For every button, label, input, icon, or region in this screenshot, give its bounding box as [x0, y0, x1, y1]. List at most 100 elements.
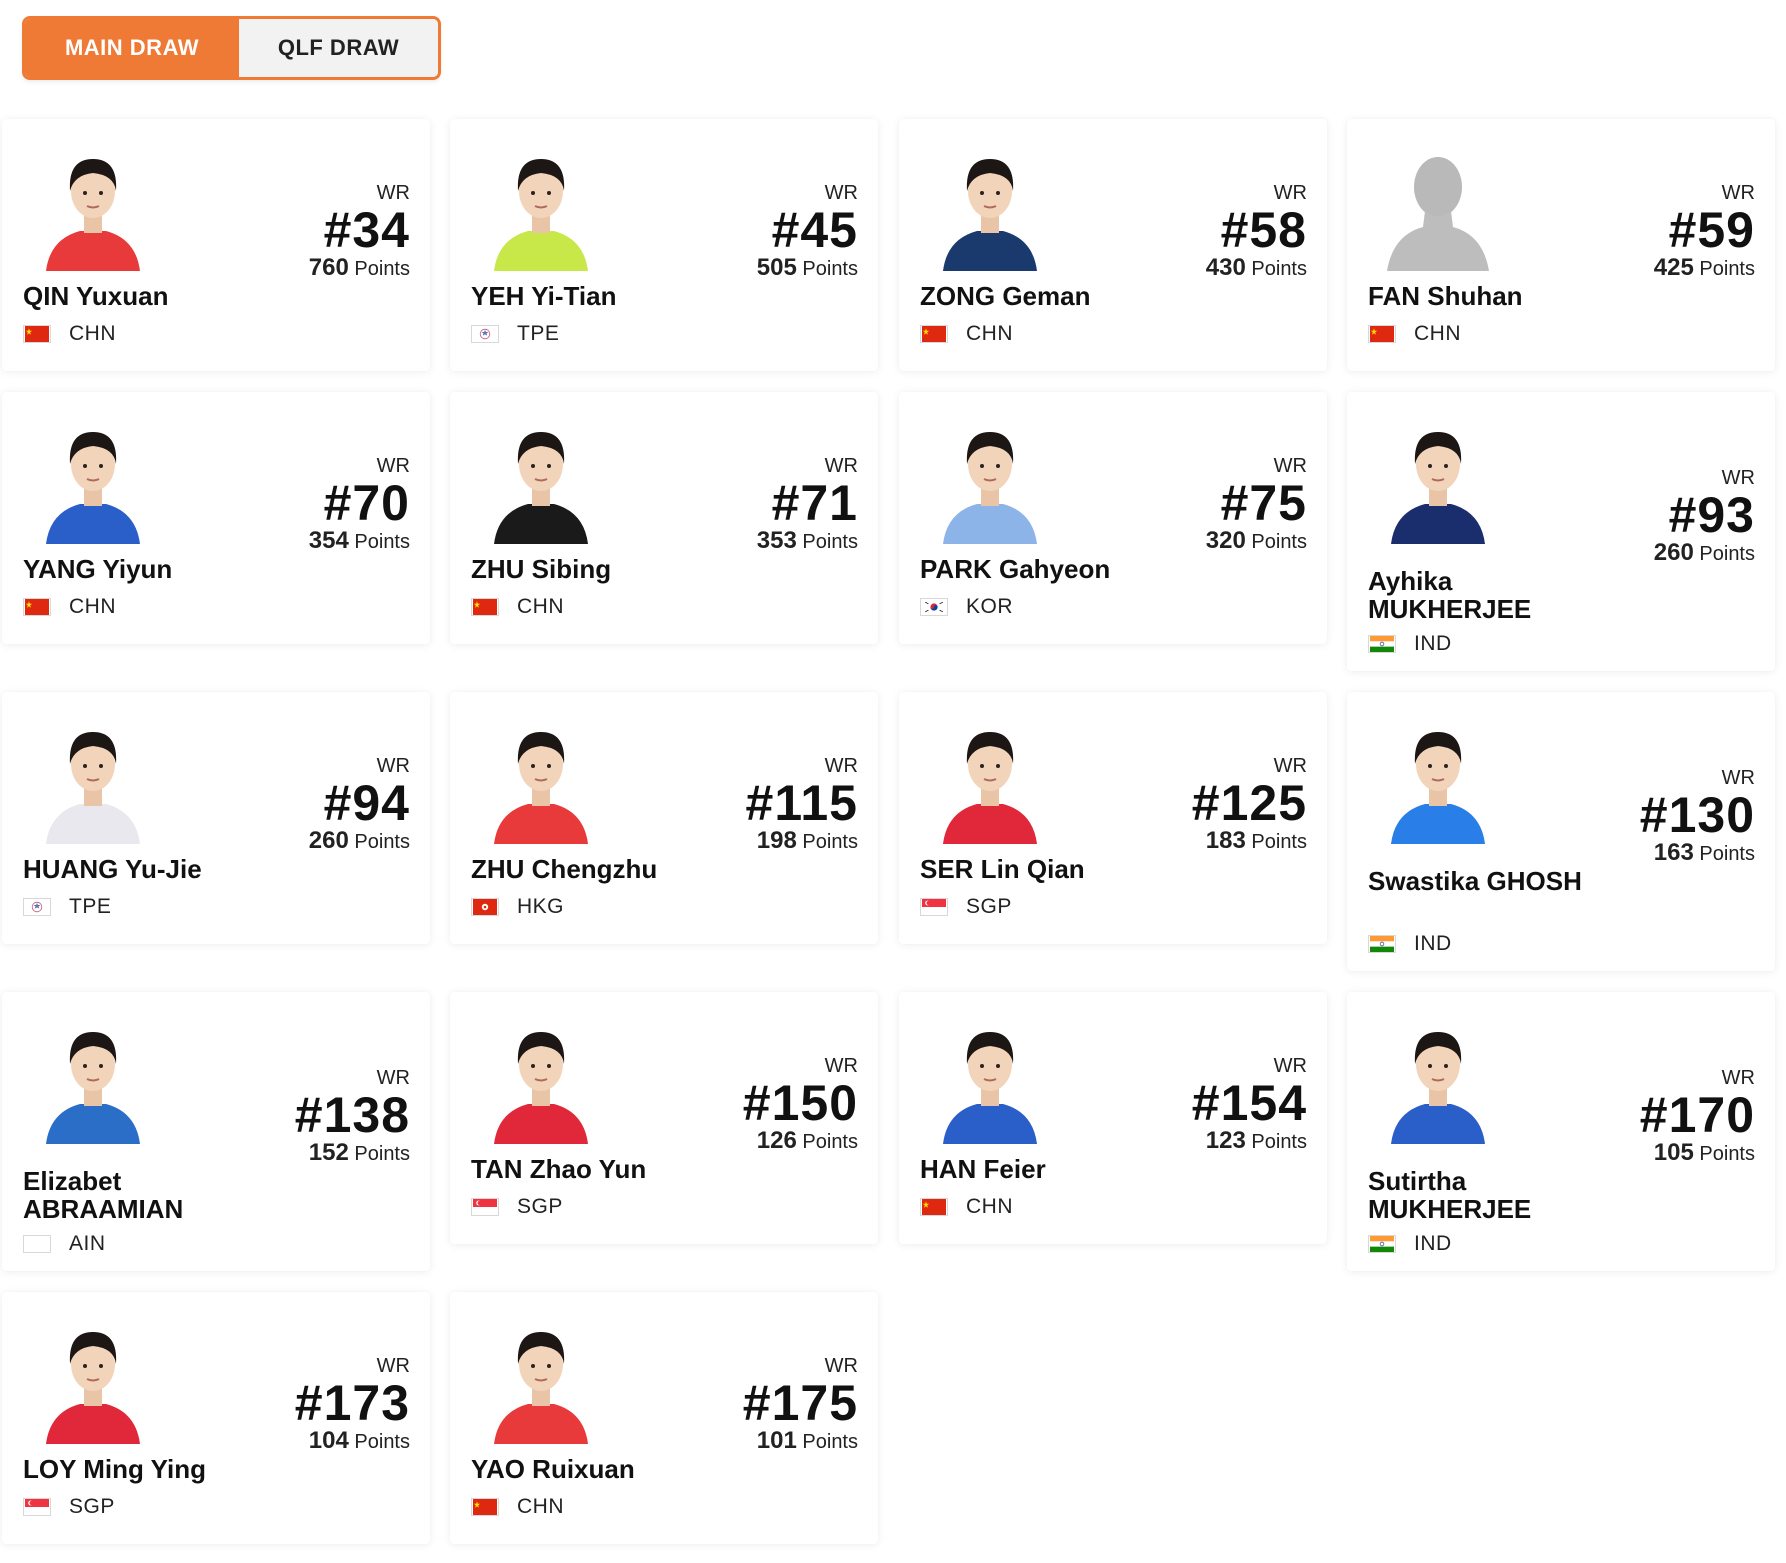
- world-ranking: WR #154 123 Points: [1192, 1055, 1307, 1154]
- points-label: Points: [354, 258, 410, 280]
- player-card[interactable]: ZHU Sibing CHN WR #71 353 Points: [450, 392, 878, 644]
- player-name[interactable]: YEH Yi-Tian: [471, 282, 711, 310]
- country-code: KOR: [966, 595, 1014, 618]
- player-name[interactable]: QIN Yuxuan: [23, 282, 263, 310]
- points-line: 505 Points: [757, 256, 858, 281]
- points-value: 183: [1205, 827, 1246, 854]
- player-name[interactable]: ZONG Geman: [920, 282, 1160, 310]
- points-value: 152: [308, 1139, 349, 1166]
- points-line: 260 Points: [1654, 541, 1755, 566]
- rank-value: #75: [1220, 475, 1307, 531]
- points-label: Points: [1699, 543, 1755, 565]
- world-ranking: WR #93 260 Points: [1654, 467, 1755, 566]
- country-code: CHN: [517, 595, 564, 618]
- player-card[interactable]: PARK Gahyeon KOR WR #75 320 Points: [899, 392, 1327, 644]
- player-avatar: [1385, 420, 1491, 544]
- player-country: CHN: [920, 1195, 1013, 1219]
- rank-value: #173: [294, 1375, 410, 1431]
- wr-label: WR: [376, 1355, 410, 1377]
- points-line: 126 Points: [743, 1129, 858, 1154]
- player-name[interactable]: Elizabet ABRAAMIAN: [23, 1167, 263, 1223]
- rank-value: #94: [323, 775, 410, 831]
- points-label: Points: [1251, 258, 1307, 280]
- player-card[interactable]: SER Lin Qian SGP WR #125 183 Points: [899, 692, 1327, 944]
- player-grid: QIN Yuxuan CHN WR #34 760 Points YEH Yi-Tian T…: [0, 0, 1786, 1563]
- player-card[interactable]: QIN Yuxuan CHN WR #34 760 Points: [2, 119, 430, 371]
- player-name[interactable]: YANG Yiyun: [23, 555, 263, 583]
- rank-value: #34: [323, 202, 410, 258]
- points-label: Points: [354, 1431, 410, 1453]
- rank-value: #170: [1639, 1087, 1755, 1143]
- player-card[interactable]: ZONG Geman CHN WR #58 430 Points: [899, 119, 1327, 371]
- player-name[interactable]: HAN Feier: [920, 1155, 1160, 1183]
- points-label: Points: [354, 1143, 410, 1165]
- player-country: CHN: [920, 322, 1013, 346]
- player-name[interactable]: YAO Ruixuan: [471, 1455, 711, 1483]
- rank-value: #115: [745, 775, 858, 831]
- points-value: 260: [308, 827, 349, 854]
- wr-label: WR: [1721, 182, 1755, 204]
- player-name[interactable]: Ayhika MUKHERJEE: [1368, 567, 1608, 623]
- world-ranking: WR #70 354 Points: [309, 455, 410, 554]
- player-card[interactable]: Ayhika MUKHERJEE IND WR #93 260 Points: [1347, 392, 1775, 671]
- player-name[interactable]: HUANG Yu-Jie: [23, 855, 263, 883]
- world-ranking: WR #170 105 Points: [1640, 1067, 1755, 1166]
- points-label: Points: [354, 831, 410, 853]
- player-card[interactable]: YEH Yi-Tian TPE WR #45 505 Points: [450, 119, 878, 371]
- rank-value: #93: [1668, 487, 1755, 543]
- player-name[interactable]: PARK Gahyeon: [920, 555, 1160, 583]
- points-label: Points: [1251, 1131, 1307, 1153]
- wr-label: WR: [376, 1067, 410, 1089]
- player-name[interactable]: ZHU Sibing: [471, 555, 711, 583]
- player-card[interactable]: FAN Shuhan CHN WR #59 425 Points: [1347, 119, 1775, 371]
- player-card[interactable]: HUANG Yu-Jie TPE WR #94 260 Points: [2, 692, 430, 944]
- wr-label: WR: [1721, 467, 1755, 489]
- player-country: CHN: [23, 322, 116, 346]
- points-label: Points: [1699, 843, 1755, 865]
- points-label: Points: [1699, 1143, 1755, 1165]
- points-line: 430 Points: [1206, 256, 1307, 281]
- page: MAIN DRAW QLF DRAW QIN Yuxuan CHN WR #34 760…: [0, 0, 1786, 1563]
- player-card[interactable]: Swastika GHOSH IND WR #130 163 Points: [1347, 692, 1775, 971]
- player-country: SGP: [471, 1195, 563, 1219]
- rank-value: #125: [1191, 775, 1307, 831]
- player-card[interactable]: Elizabet ABRAAMIAN AIN WR #138 152 Points: [2, 992, 430, 1271]
- player-name[interactable]: Swastika GHOSH: [1368, 867, 1608, 895]
- flag-icon: [23, 1235, 51, 1253]
- rank-value: #154: [1191, 1075, 1307, 1131]
- country-code: AIN: [69, 1232, 106, 1255]
- player-name[interactable]: TAN Zhao Yun: [471, 1155, 711, 1183]
- player-card[interactable]: TAN Zhao Yun SGP WR #150 126 Points: [450, 992, 878, 1244]
- points-line: 425 Points: [1654, 256, 1755, 281]
- country-code: TPE: [69, 895, 112, 918]
- rank-value: #175: [742, 1375, 858, 1431]
- player-card[interactable]: YAO Ruixuan CHN WR #175 101 Points: [450, 1292, 878, 1544]
- player-card[interactable]: HAN Feier CHN WR #154 123 Points: [899, 992, 1327, 1244]
- points-label: Points: [802, 831, 858, 853]
- points-line: 101 Points: [743, 1429, 858, 1454]
- flag-icon: [471, 1498, 499, 1516]
- wr-label: WR: [824, 1355, 858, 1377]
- player-avatar: [937, 720, 1043, 844]
- player-avatar: [488, 420, 594, 544]
- player-name[interactable]: Sutirtha MUKHERJEE: [1368, 1167, 1608, 1223]
- points-line: 152 Points: [295, 1141, 410, 1166]
- player-name[interactable]: SER Lin Qian: [920, 855, 1160, 883]
- country-code: SGP: [69, 1495, 115, 1518]
- rank-value: #130: [1639, 787, 1755, 843]
- player-avatar: [40, 1020, 146, 1144]
- player-name[interactable]: ZHU Chengzhu: [471, 855, 711, 883]
- player-name[interactable]: FAN Shuhan: [1368, 282, 1608, 310]
- world-ranking: WR #115 198 Points: [746, 755, 858, 854]
- points-value: 505: [756, 254, 797, 281]
- player-card[interactable]: ZHU Chengzhu HKG WR #115 198 Points: [450, 692, 878, 944]
- points-value: 353: [756, 527, 797, 554]
- player-card[interactable]: YANG Yiyun CHN WR #70 354 Points: [2, 392, 430, 644]
- points-line: 260 Points: [309, 829, 410, 854]
- world-ranking: WR #138 152 Points: [295, 1067, 410, 1166]
- player-card[interactable]: LOY Ming Ying SGP WR #173 104 Points: [2, 1292, 430, 1544]
- player-country: CHN: [23, 595, 116, 619]
- player-name[interactable]: LOY Ming Ying: [23, 1455, 263, 1483]
- player-card[interactable]: Sutirtha MUKHERJEE IND WR #170 105 Points: [1347, 992, 1775, 1271]
- rank-value: #58: [1220, 202, 1307, 258]
